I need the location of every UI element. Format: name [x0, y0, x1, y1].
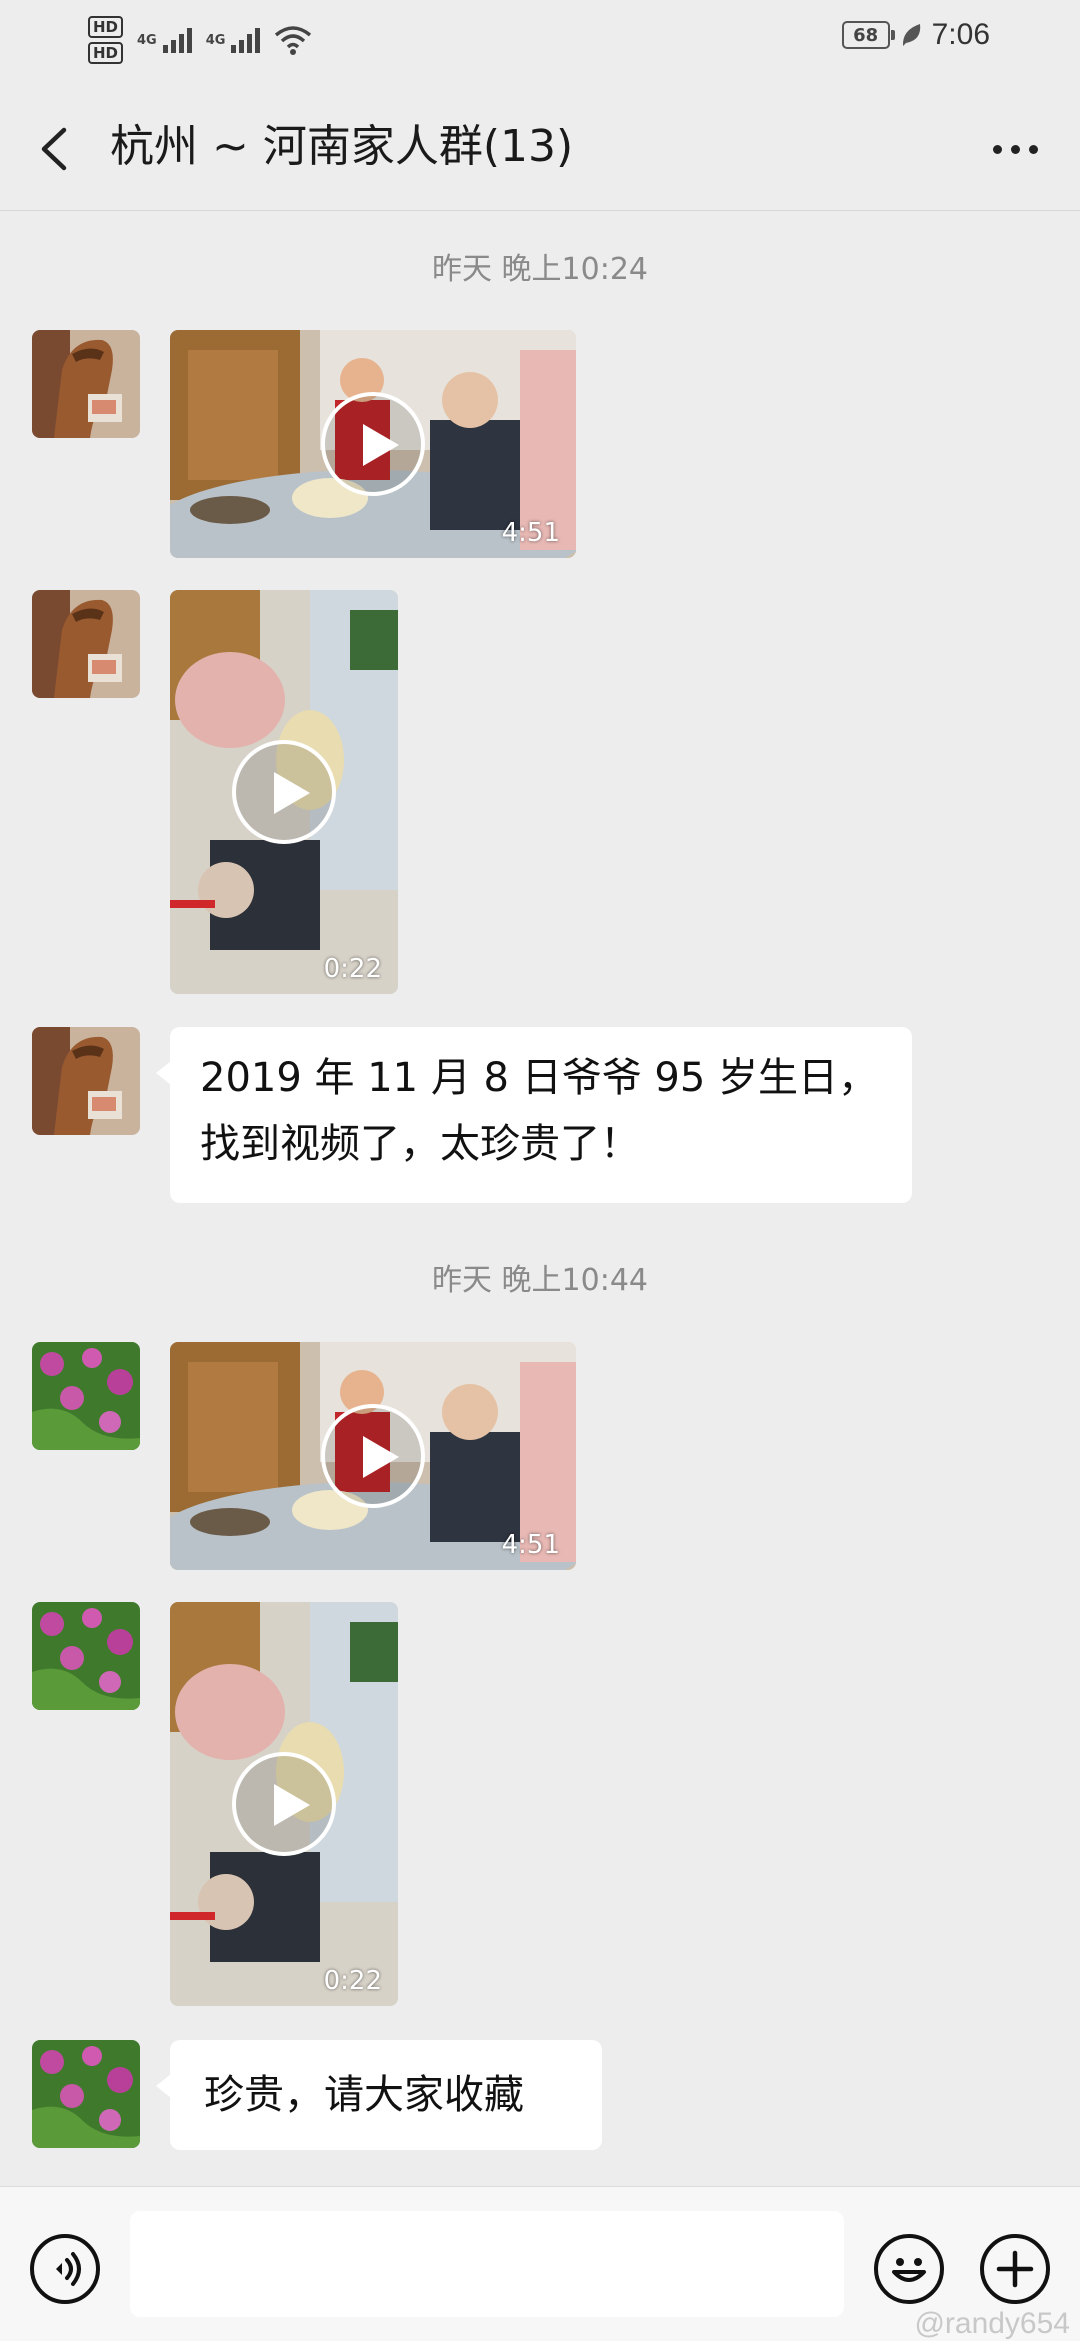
avatar[interactable]: [32, 330, 140, 438]
avatar[interactable]: [32, 590, 140, 698]
video-message[interactable]: 4:51: [170, 1342, 576, 1570]
flower-avatar-image: [32, 1342, 140, 1450]
play-icon[interactable]: [321, 392, 425, 496]
leaf-icon: [902, 24, 920, 46]
clock: 7:06: [931, 18, 990, 51]
video-duration: 0:22: [323, 1966, 382, 1996]
timestamp: 昨天 晚上10:24: [432, 252, 648, 287]
video-duration: 4:51: [501, 518, 560, 548]
play-icon[interactable]: [232, 740, 336, 844]
horse-avatar-image: [32, 330, 140, 438]
flower-avatar-image: [32, 2040, 140, 2148]
text-message-bubble[interactable]: 珍贵，请大家收藏: [156, 2040, 602, 2150]
status-left: HD HD 4G 4G: [88, 10, 312, 70]
avatar[interactable]: [32, 1602, 140, 1710]
message-text-line: 珍贵，请大家收藏: [204, 2072, 524, 2118]
more-button[interactable]: [980, 116, 1050, 182]
chevron-left-icon: [41, 127, 67, 171]
video-duration: 0:22: [323, 954, 382, 984]
chat-header: 杭州 ~ 河南家人群(13): [0, 90, 1080, 211]
voice-icon: [56, 2252, 81, 2286]
network1-label: 4G: [137, 32, 157, 48]
plus-icon: [996, 2250, 1034, 2288]
chat-title: 杭州 ~ 河南家人群(13): [110, 121, 574, 172]
plus-button[interactable]: [980, 2234, 1050, 2304]
horse-avatar-image: [32, 1027, 140, 1135]
message-text-line: 2019 年 11 月 8 日爷爷 95 岁生日，: [200, 1055, 879, 1101]
input-bar: @randy654: [0, 2186, 1080, 2341]
video-message[interactable]: 4:51: [170, 330, 576, 558]
message-input[interactable]: [130, 2211, 844, 2317]
more-dot: [992, 144, 1002, 154]
wifi-icon: [275, 26, 312, 55]
horse-avatar-image: [32, 590, 140, 698]
emoji-icon: [892, 2258, 926, 2282]
sim2-hd-badge: HD: [88, 42, 124, 64]
status-bar: HD HD 4G 4G 68 7:06: [0, 0, 1080, 80]
play-icon[interactable]: [232, 1752, 336, 1856]
play-icon[interactable]: [321, 1404, 425, 1508]
sim1-hd-badge: HD: [88, 16, 124, 38]
video-duration: 4:51: [501, 1530, 560, 1560]
signal1-icon: [162, 27, 192, 53]
emoji-button[interactable]: [874, 2234, 944, 2304]
more-dot: [1010, 144, 1020, 154]
timestamp: 昨天 晚上10:44: [432, 1263, 648, 1298]
more-dot: [1028, 144, 1038, 154]
status-right: 68 7:06: [841, 18, 990, 52]
voice-button[interactable]: [30, 2234, 100, 2304]
video-message[interactable]: 0:22: [170, 1602, 398, 2006]
message-text-line: 找到视频了，太珍贵了！: [200, 1121, 640, 1167]
text-message-bubble[interactable]: 2019 年 11 月 8 日爷爷 95 岁生日， 找到视频了，太珍贵了！: [156, 1027, 912, 1203]
avatar[interactable]: [32, 1027, 140, 1135]
avatar[interactable]: [32, 2040, 140, 2148]
watermark: @randy654: [914, 2307, 1070, 2340]
back-button[interactable]: [28, 116, 84, 182]
network2-label: 4G: [205, 32, 226, 48]
avatar[interactable]: [32, 1342, 140, 1450]
battery-icon: 68: [841, 21, 895, 49]
video-message[interactable]: 0:22: [170, 590, 398, 994]
flower-avatar-image: [32, 1602, 140, 1710]
signal2-icon: [231, 27, 261, 53]
